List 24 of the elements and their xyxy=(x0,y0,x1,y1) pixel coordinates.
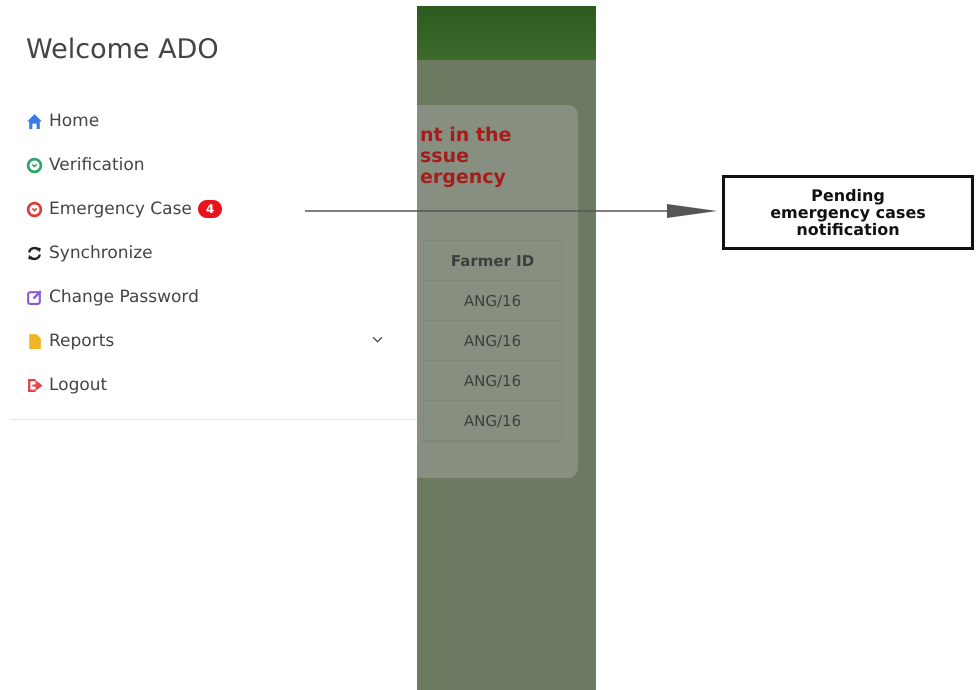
table-cell: ANG/16 xyxy=(424,361,561,401)
file-icon xyxy=(26,332,43,350)
table-cell: ANG/16 xyxy=(424,401,561,441)
menu-item[interactable]: Logout xyxy=(49,375,108,395)
table-cell: ANG/16 xyxy=(424,321,561,361)
home-icon xyxy=(26,112,43,130)
count-badge: 4 xyxy=(198,200,222,218)
menu-item[interactable]: Verification xyxy=(49,155,145,175)
table-cell: ANG/16 xyxy=(424,281,561,321)
card-heading: ergency xyxy=(420,167,507,188)
logout-icon xyxy=(26,376,43,394)
menu-item[interactable]: Synchronize xyxy=(49,243,153,263)
column-header: Farmer ID xyxy=(424,241,561,281)
sync-icon xyxy=(26,244,43,262)
menu-item[interactable]: Change Password xyxy=(49,287,199,307)
menu-item[interactable]: Reports xyxy=(49,331,114,351)
edit-icon xyxy=(26,288,43,306)
card-heading: nt in the xyxy=(420,125,512,146)
welcome-title: Welcome ADO xyxy=(25,34,220,65)
menu-item[interactable]: Home xyxy=(49,111,100,131)
card-heading: ssue xyxy=(420,146,470,167)
annotation-box: Pending emergency cases notification xyxy=(722,175,974,250)
chevron-icon[interactable] xyxy=(372,336,383,343)
menu-item[interactable]: Emergency Case xyxy=(49,199,192,219)
